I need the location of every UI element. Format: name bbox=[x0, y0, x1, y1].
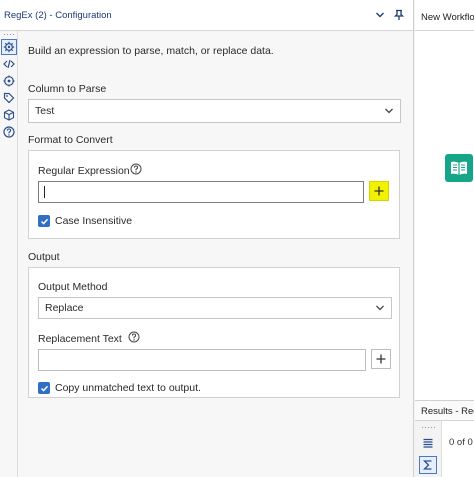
output-label: Output bbox=[28, 251, 60, 263]
format-to-convert-label: Format to Convert bbox=[28, 134, 113, 146]
replacement-text-input[interactable] bbox=[38, 349, 366, 371]
results-tab-label: Results - RegEx bbox=[421, 406, 474, 417]
code-icon[interactable] bbox=[1, 56, 17, 72]
rail-grip[interactable] bbox=[3, 33, 15, 36]
book-icon bbox=[451, 161, 467, 175]
results-panel: Results - RegEx 0 of 0 bbox=[415, 400, 474, 477]
copy-unmatched-checkbox[interactable]: Copy unmatched text to output. bbox=[38, 382, 201, 394]
text-caret bbox=[44, 186, 45, 198]
case-insensitive-label: Case Insensitive bbox=[55, 215, 133, 227]
output-group: Output Method Replace Replacement Text C… bbox=[28, 267, 400, 398]
help-icon[interactable] bbox=[130, 163, 142, 178]
pin-icon[interactable] bbox=[390, 6, 408, 24]
check-icon bbox=[40, 385, 48, 392]
insert-replacement-token-button[interactable] bbox=[371, 349, 391, 369]
workflow-tab-label: New Workflow1 bbox=[421, 12, 474, 23]
tag-icon[interactable] bbox=[1, 90, 17, 106]
regular-expression-label: Regular Expression bbox=[38, 165, 130, 177]
check-icon bbox=[40, 218, 48, 225]
list-icon[interactable] bbox=[419, 434, 437, 452]
configuration-content: Build an expression to parse, match, or … bbox=[18, 31, 413, 477]
help-icon[interactable] bbox=[128, 331, 140, 346]
regex-tool-node[interactable] bbox=[445, 154, 473, 182]
format-to-convert-group: Regular Expression Case Insensitive bbox=[28, 150, 400, 239]
results-tab[interactable]: Results - RegEx bbox=[415, 401, 474, 421]
results-body bbox=[441, 421, 474, 477]
output-method-value: Replace bbox=[45, 302, 84, 314]
checkbox-checked bbox=[38, 215, 50, 227]
help-icon[interactable] bbox=[1, 124, 17, 140]
replacement-text-label: Replacement Text bbox=[38, 333, 122, 345]
checkbox-checked bbox=[38, 382, 50, 394]
workflow-canvas[interactable]: New Workflow1 bbox=[415, 0, 474, 400]
regular-expression-input[interactable] bbox=[38, 181, 364, 203]
cube-icon[interactable] bbox=[1, 107, 17, 123]
gear-icon[interactable] bbox=[1, 39, 17, 55]
configuration-icon-rail bbox=[0, 31, 18, 477]
configuration-titlebar: RegEx (2) - Configuration bbox=[0, 0, 413, 31]
target-icon[interactable] bbox=[1, 73, 17, 89]
chevron-down-icon[interactable] bbox=[371, 6, 389, 24]
column-to-parse-select[interactable]: Test bbox=[28, 99, 401, 123]
record-count: 0 of 0 bbox=[449, 437, 473, 448]
tool-description: Build an expression to parse, match, or … bbox=[28, 45, 274, 57]
plus-icon bbox=[374, 186, 384, 196]
results-grip[interactable] bbox=[421, 426, 435, 429]
sigma-icon[interactable] bbox=[419, 456, 437, 474]
plus-icon bbox=[376, 354, 386, 364]
insert-token-button[interactable] bbox=[369, 181, 389, 201]
column-to-parse-value: Test bbox=[35, 105, 55, 117]
window-title: RegEx (2) - Configuration bbox=[4, 10, 112, 21]
copy-unmatched-label: Copy unmatched text to output. bbox=[55, 382, 201, 394]
column-to-parse-label: Column to Parse bbox=[28, 83, 107, 95]
case-insensitive-checkbox[interactable]: Case Insensitive bbox=[38, 215, 132, 227]
output-method-label: Output Method bbox=[38, 281, 108, 293]
chevron-down-icon bbox=[378, 106, 400, 116]
output-method-select[interactable]: Replace bbox=[38, 297, 392, 319]
chevron-down-icon bbox=[369, 303, 391, 313]
configuration-window: RegEx (2) - Configuration Build an expre… bbox=[0, 0, 414, 477]
workflow-tab[interactable]: New Workflow1 bbox=[415, 0, 474, 31]
